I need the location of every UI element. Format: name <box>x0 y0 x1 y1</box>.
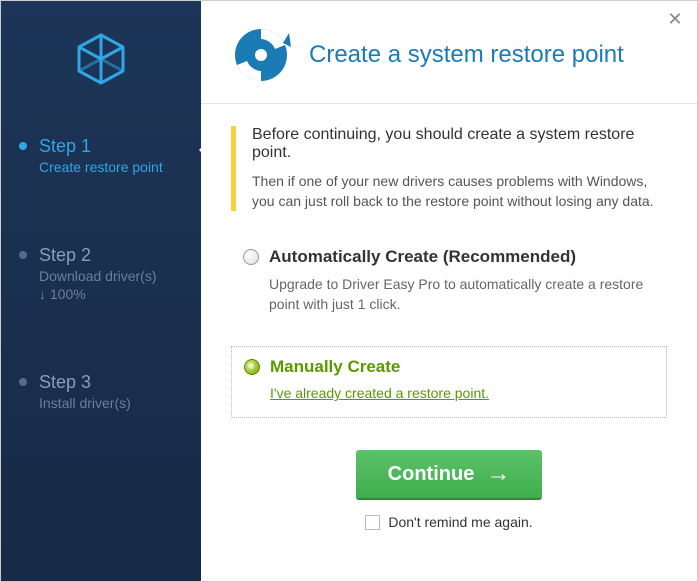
cube-logo-icon <box>71 29 131 94</box>
info-body-text: Then if one of your new drivers causes p… <box>252 172 667 211</box>
option-auto-title: Automatically Create (Recommended) <box>269 247 576 267</box>
close-icon: ✕ <box>667 9 682 29</box>
step-sub: Create restore point <box>39 159 183 175</box>
close-button[interactable]: ✕ <box>663 7 687 31</box>
step-dot-icon <box>19 251 27 259</box>
step-title: Step 3 <box>39 372 183 393</box>
step-title: Step 2 <box>39 245 183 266</box>
main-panel: ✕ Create a system restore point Before c… <box>201 1 697 581</box>
option-auto-radio-row[interactable]: Automatically Create (Recommended) <box>243 247 655 267</box>
dont-remind-row[interactable]: Don't remind me again. <box>201 514 697 530</box>
radio-unchecked-icon[interactable] <box>243 249 259 265</box>
dont-remind-label: Don't remind me again. <box>388 514 532 530</box>
footer: Continue → Don't remind me again. <box>201 450 697 530</box>
info-lead-text: Before continuing, you should create a s… <box>252 126 667 162</box>
continue-button[interactable]: Continue → <box>356 450 543 498</box>
step-2[interactable]: Step 2 Download driver(s) ↓ 100% <box>1 233 201 320</box>
arrow-right-icon: → <box>486 462 510 486</box>
page-title: Create a system restore point <box>309 41 624 69</box>
page-header: Create a system restore point <box>201 1 697 104</box>
restore-icon <box>231 25 291 85</box>
step-title: Step 1 <box>39 136 183 157</box>
steps-list: Step 1 Create restore point Step 2 Downl… <box>1 124 201 429</box>
option-manual-title: Manually Create <box>270 357 400 377</box>
option-manual-create[interactable]: Manually Create I've already created a r… <box>231 346 667 418</box>
step-1[interactable]: Step 1 Create restore point <box>1 124 201 193</box>
step-dot-icon <box>19 142 27 150</box>
option-auto-create[interactable]: Automatically Create (Recommended) Upgra… <box>231 237 667 328</box>
step-sub: Install driver(s) <box>39 395 183 411</box>
step-progress: ↓ 100% <box>39 286 183 302</box>
app-logo <box>1 1 201 124</box>
dont-remind-checkbox[interactable] <box>365 515 380 530</box>
continue-label: Continue <box>388 463 475 486</box>
option-manual-radio-row[interactable]: Manually Create <box>244 357 654 377</box>
option-auto-desc: Upgrade to Driver Easy Pro to automatica… <box>269 275 655 314</box>
info-accent-bar <box>231 126 236 211</box>
step-3[interactable]: Step 3 Install driver(s) <box>1 360 201 429</box>
already-created-link[interactable]: I've already created a restore point. <box>270 385 489 401</box>
step-dot-icon <box>19 378 27 386</box>
sidebar: Step 1 Create restore point Step 2 Downl… <box>1 1 201 581</box>
step-sub: Download driver(s) <box>39 268 183 284</box>
info-callout: Before continuing, you should create a s… <box>231 126 667 211</box>
radio-checked-icon[interactable] <box>244 359 260 375</box>
